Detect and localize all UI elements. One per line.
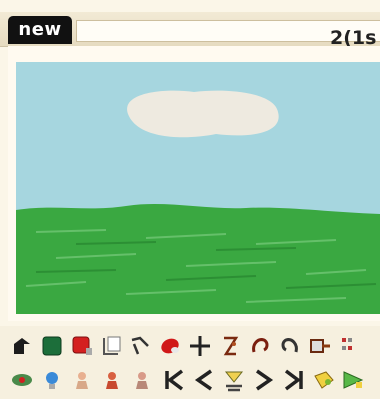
play-icon[interactable]	[220, 366, 248, 394]
toolbar	[0, 326, 380, 399]
redo-icon[interactable]	[276, 332, 304, 360]
grass-fill	[16, 204, 380, 314]
pawn-red-icon[interactable]	[98, 366, 126, 394]
pawn-gray-icon[interactable]	[128, 366, 156, 394]
bulb-icon[interactable]	[38, 366, 66, 394]
color-green-icon[interactable]	[38, 332, 66, 360]
cloud	[127, 90, 279, 138]
first-frame-icon[interactable]	[160, 366, 188, 394]
prev-frame-icon[interactable]	[190, 366, 218, 394]
drawing-canvas[interactable]	[16, 62, 380, 314]
spray-icon[interactable]	[216, 332, 244, 360]
top-bar: new 2(1s	[0, 12, 380, 49]
crosshair-icon[interactable]	[186, 332, 214, 360]
drawing	[16, 62, 380, 314]
new-button[interactable]: new	[8, 16, 72, 44]
grid-icon[interactable]	[336, 332, 358, 360]
last-frame-icon[interactable]	[280, 366, 308, 394]
pen-icon[interactable]	[8, 332, 36, 360]
page-icon[interactable]	[98, 332, 126, 360]
add-frame-icon[interactable]	[310, 366, 338, 394]
eraser-icon[interactable]	[156, 332, 184, 360]
color-red-icon[interactable]	[68, 332, 96, 360]
export-icon[interactable]	[306, 332, 334, 360]
pawn-light-icon[interactable]	[68, 366, 96, 394]
brush-icon[interactable]	[126, 332, 154, 360]
next-frame-icon[interactable]	[250, 366, 278, 394]
undo-icon[interactable]	[246, 332, 274, 360]
send-icon[interactable]	[340, 366, 366, 394]
view-icon[interactable]	[8, 366, 36, 394]
paint-app-screen: new 2(1s	[0, 0, 380, 399]
